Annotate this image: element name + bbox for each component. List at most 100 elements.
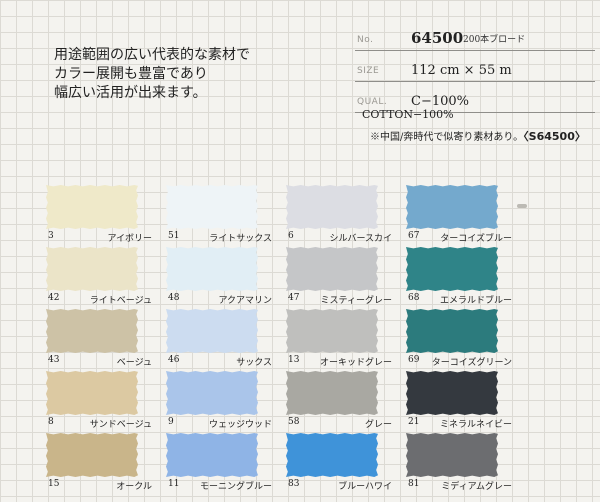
fabric-swatch xyxy=(406,371,498,415)
swatch-label: 67 ターコイズブルー xyxy=(408,231,512,245)
fabric-swatch xyxy=(166,309,258,353)
swatch-name: オークル xyxy=(116,482,152,492)
swatch-label: 69 ターコイズグリーン xyxy=(408,355,512,369)
fabric-swatch xyxy=(46,371,138,415)
swatch-card: 83 ブルーハワイ xyxy=(282,433,402,495)
fabric-swatch xyxy=(46,309,138,353)
swatch-name: アクアマリン xyxy=(218,296,272,306)
swatch-number: 68 xyxy=(408,293,420,303)
swatch-number: 9 xyxy=(168,417,174,427)
swatch-number: 15 xyxy=(48,479,60,489)
swatch-label: 6 シルバースカイ xyxy=(288,231,392,245)
swatch-name: オーキッドグレー xyxy=(319,358,392,368)
swatch-name: ライトサックス xyxy=(209,234,272,244)
swatch-name: モーニングブルー xyxy=(199,482,272,492)
note-code: 〈S64500〉 xyxy=(523,130,586,143)
intro-line: 用途範囲の広い代表的な素材で xyxy=(54,47,250,63)
swatch-label: 42 ライトベージュ xyxy=(48,293,152,307)
swatch-number: 83 xyxy=(288,479,300,489)
swatch-name: サンドベージュ xyxy=(89,420,152,430)
swatch-card: 47 ミスティーグレー xyxy=(282,247,402,309)
swatch-label: 21 ミネラルネイビー xyxy=(408,417,512,431)
fabric-swatch xyxy=(46,247,138,291)
fabric-swatch xyxy=(406,309,498,353)
swatch-label: 13 オーキッドグレー xyxy=(288,355,392,369)
swatch-label: 43 ベージュ xyxy=(48,355,152,369)
swatch-number: 3 xyxy=(48,231,54,241)
spec-label-quality: QUAL. xyxy=(357,97,388,107)
swatch-name: ターコイズブルー xyxy=(440,234,512,244)
swatch-card: 42 ライトベージュ xyxy=(42,247,162,309)
swatch-label: 51 ライトサックス xyxy=(168,231,272,245)
swatch-number: 11 xyxy=(168,479,180,489)
swatch-number: 81 xyxy=(408,479,420,489)
swatch-label: 11 モーニングブルー xyxy=(168,479,272,493)
swatch-name: シルバースカイ xyxy=(329,234,392,244)
fabric-swatch xyxy=(166,247,258,291)
swatch-name: グレー xyxy=(364,420,392,430)
swatch-label: 48 アクアマリン xyxy=(168,293,272,307)
fabric-swatch xyxy=(166,185,258,229)
quality-value: C−100% xyxy=(411,94,470,109)
swatch-number: 58 xyxy=(288,417,300,427)
intro-text: 用途範囲の広い代表的な素材で カラー展開も豊富であり 幅広い活用が出来ます。 xyxy=(54,46,250,103)
swatch-number: 43 xyxy=(48,355,60,365)
swatch-name: ウェッジウッド xyxy=(208,420,272,430)
spec-row-number: No. 64500 200本ブロード xyxy=(355,20,595,51)
swatch-card: 81 ミディアムグレー xyxy=(402,433,522,495)
swatch-card: 48 アクアマリン xyxy=(162,247,282,309)
fabric-swatch xyxy=(406,433,498,477)
swatch-label: 15 オークル xyxy=(48,479,152,493)
swatch-number: 6 xyxy=(288,231,294,241)
swatch-label: 47 ミスティーグレー xyxy=(288,293,392,307)
fabric-swatch xyxy=(166,371,258,415)
swatch-name: ミネラルネイビー xyxy=(439,420,512,430)
swatch-label: 3 アイボリー xyxy=(48,231,152,245)
swatch-card: 13 オーキッドグレー xyxy=(282,309,402,371)
swatch-name: ライトベージュ xyxy=(89,296,152,306)
swatch-name: サックス xyxy=(236,358,272,368)
swatch-name: ミスティーグレー xyxy=(320,296,392,306)
swatch-card: 46 サックス xyxy=(162,309,282,371)
product-description: 200本ブロード xyxy=(463,35,526,45)
fabric-swatch xyxy=(406,247,498,291)
swatch-number: 21 xyxy=(408,417,420,427)
swatch-label: 68 エメラルドブルー xyxy=(408,293,512,307)
swatch-card: 67 ターコイズブルー xyxy=(402,185,522,247)
swatch-card: 21 ミネラルネイビー xyxy=(402,371,522,433)
fabric-swatch xyxy=(286,433,378,477)
swatch-label: 8 サンドベージュ xyxy=(48,417,152,431)
swatch-label: 83 ブルーハワイ xyxy=(288,479,392,493)
swatch-label: 46 サックス xyxy=(168,355,272,369)
swatch-name: エメラルドブルー xyxy=(439,296,512,306)
swatch-card: 6 シルバースカイ xyxy=(282,185,402,247)
fabric-swatch xyxy=(286,371,378,415)
note-text: ※中国/奔時代で似寄り素材あり。 xyxy=(370,132,524,143)
swatch-card: 8 サンドベージュ xyxy=(42,371,162,433)
swatch-name: ミディアムグレー xyxy=(441,482,512,492)
swatch-name: ベージュ xyxy=(116,358,152,368)
spec-label-size: SIZE xyxy=(357,66,380,76)
swatch-card: 69 ターコイズグリーン xyxy=(402,309,522,371)
swatch-name: ターコイズグリーン xyxy=(431,358,512,368)
swatch-number: 69 xyxy=(408,355,420,365)
fabric-swatch xyxy=(46,185,138,229)
swatch-number: 67 xyxy=(408,231,420,241)
intro-line: カラー展開も豊富であり xyxy=(54,66,208,82)
swatch-number: 51 xyxy=(168,231,180,241)
swatch-number: 42 xyxy=(48,293,60,303)
swatch-card: 68 エメラルドブルー xyxy=(402,247,522,309)
swatch-name: ブルーハワイ xyxy=(338,482,392,492)
fabric-swatch xyxy=(286,185,378,229)
fabric-swatch xyxy=(286,309,378,353)
size-value: 112 cm × 55 m xyxy=(411,63,512,78)
swatch-card: 3 アイボリー xyxy=(42,185,162,247)
fabric-swatch xyxy=(46,433,138,477)
swatch-name: アイボリー xyxy=(107,234,152,244)
swatch-number: 47 xyxy=(288,293,300,303)
fabric-swatch xyxy=(166,433,258,477)
product-number: 64500 xyxy=(411,29,464,47)
swatch-card: 43 ベージュ xyxy=(42,309,162,371)
swatch-card: 51 ライトサックス xyxy=(162,185,282,247)
swatch-number: 46 xyxy=(168,355,180,365)
